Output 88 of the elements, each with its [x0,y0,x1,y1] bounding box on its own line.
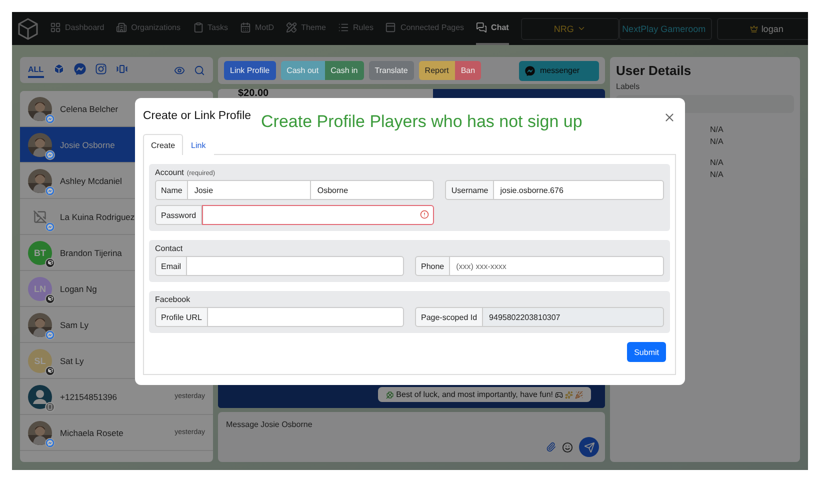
input-field[interactable]: (xxx) xxx-xxxx [450,256,664,276]
gamepad-icon [555,390,563,398]
party-popper-icon [575,390,583,398]
building-icon [116,22,128,33]
input-label: Phone [415,256,450,276]
input-field[interactable] [187,256,404,276]
contact-name: Brandon Tijerina [60,248,122,258]
action-button[interactable]: Cash out [280,61,325,80]
input-label: Profile URL [155,307,208,327]
messenger-icon [45,186,55,196]
vibrating-phone-icon[interactable] [116,63,128,75]
contact-name: Michaela Rosete [60,428,124,438]
avatar-initials: BT [28,240,52,264]
input-field[interactable]: josie.osborne.676 [494,180,664,200]
action-button[interactable]: Cash in [324,61,364,80]
cube-icon[interactable] [52,63,65,75]
action-button[interactable]: Translate [368,61,414,80]
section-title: Account [155,168,184,177]
cube-icon [45,294,55,304]
chevron-down-icon [576,24,586,33]
labels-heading: Labels [616,82,641,91]
messenger-icon [45,114,55,124]
chat-icon [476,22,488,33]
message-bubble: Best of luck, and most importantly, have fun! [378,387,591,402]
action-button[interactable]: Link Profile [224,61,276,80]
message-field[interactable]: Message Josie Osborne [218,412,605,462]
paperclip-icon[interactable] [546,442,556,452]
contact-name: Josie Osborne [60,140,115,150]
messenger-icon [45,150,55,160]
search-icon[interactable] [194,64,205,76]
user-menu[interactable]: logan [716,18,808,40]
dialog-tab[interactable]: Create [143,134,184,155]
contact-name: Sam Ly [60,320,89,330]
avatar-initials: SL [28,348,52,372]
input-label: Email [155,256,188,276]
panel-icon [385,22,396,33]
broken-image-icon [33,210,47,224]
channel-button[interactable]: messenger [519,60,599,80]
close-button[interactable] [663,111,676,124]
user-avatar-icon [28,384,52,408]
detail-value: N/A [710,170,724,179]
input-label: Username [445,180,494,200]
detail-value: N/A [710,137,724,146]
input-label: Password [155,205,202,225]
calendar-icon [240,22,251,33]
input-field[interactable]: Osborne [311,180,434,200]
filter-tab[interactable]: ALL [28,62,44,78]
detail-value: N/A [710,158,724,167]
pencil-ruler-icon [286,22,298,33]
sparkles-icon [565,390,573,398]
grid-icon [50,22,61,33]
messenger-icon [525,66,535,76]
messenger-icon [45,438,55,448]
submit-button[interactable]: Submit [627,342,666,362]
contact-name: Sat Ly [60,356,84,366]
section-title: Facebook [155,295,190,304]
input-field[interactable]: Josie [188,180,312,200]
messenger-icon [45,330,55,340]
phone-icon [45,402,55,412]
contact-name: +12154851396 [60,392,117,402]
crown-icon [750,24,758,32]
contact-name: La Kuina Rodriguez [60,212,135,222]
input-field[interactable] [208,307,404,327]
detail-value: N/A [710,125,724,134]
clipboard-icon [192,22,204,33]
contact-name: Ashley Mcdaniel [60,176,122,186]
action-button[interactable]: Report [418,61,455,80]
emoji-icon[interactable] [562,442,573,452]
cube-icon [45,258,55,268]
close-icon [663,111,676,124]
messenger-icon[interactable] [74,63,86,75]
contact-name: Logan Ng [60,284,97,294]
input-label: Name [155,180,188,200]
organization-dropdown[interactable]: NRG [520,18,619,40]
action-button[interactable]: Ban [454,61,482,80]
section-title: Contact [155,244,183,253]
contact-name: Celena Belcher [60,104,118,114]
error-icon [420,210,430,219]
messenger-icon [45,222,55,232]
input-label: Page-scoped Id [415,307,484,327]
instagram-icon[interactable] [94,63,107,75]
input-field[interactable] [202,205,434,225]
send-icon [584,442,594,452]
panel-title: User Details [616,63,692,78]
cube-icon [45,366,55,376]
cube-logo-icon [18,18,38,40]
eye-icon[interactable] [174,64,185,76]
clover-icon [386,390,394,398]
